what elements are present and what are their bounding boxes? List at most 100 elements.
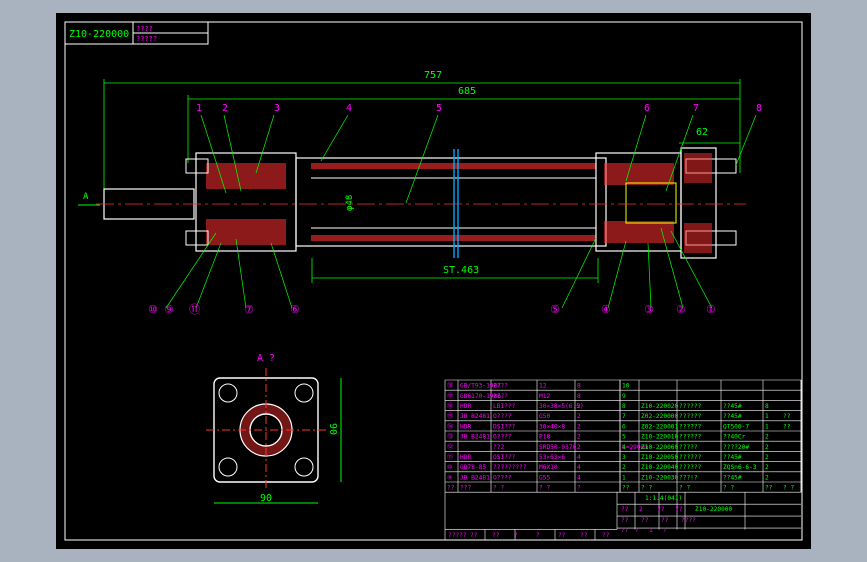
footer-r1: 2 [639, 506, 643, 513]
bom-right-cell: ?? [622, 485, 630, 492]
bom-left-cell: M6X10 [539, 464, 558, 471]
bom-left-cell: ??? [460, 485, 471, 492]
bom-right-cell: ?????? [679, 413, 702, 420]
bom-right-cell: ?????? [679, 423, 702, 430]
footer-bottom: ? [514, 532, 518, 539]
bom-left-cell: ⑨ [447, 474, 453, 481]
cad-drawing: Z10-220000 ???? ????? 757 685 62 ST.463 … [64, 21, 803, 541]
bom-left-cell: 4 [577, 464, 581, 471]
bom-right-cell: 4 [622, 444, 626, 451]
bom-left-cell: ? [577, 485, 581, 492]
dim-overall: 757 [424, 70, 442, 81]
bom-left-cell: 4 [577, 474, 581, 481]
cylinder-assembly [96, 147, 746, 259]
footer-r2: ???? [681, 517, 696, 524]
footer-bottom: ?? [470, 532, 478, 539]
bom-left-cell: OSI??? [493, 454, 516, 461]
svg-text:⑨: ⑨ [164, 303, 174, 316]
svg-text:8: 8 [756, 103, 762, 114]
top-title-block: Z10-220000 ???? ????? [64, 21, 209, 45]
bom-right-cell: ? ? [679, 485, 690, 492]
bom-left-cell: 2 [577, 413, 581, 420]
bom-right-cell: Z10-220020 [641, 403, 679, 410]
footer-r3: ?? [621, 527, 629, 534]
bom-right-cell: 10 [622, 383, 630, 390]
bom-right-cell: ?? [783, 413, 791, 420]
bom-left-cell: ????????? [493, 464, 527, 471]
bom-left-cell: ⑱ [447, 382, 453, 390]
bom-right-cell: ?????? [679, 403, 702, 410]
bom-left-cell: ? ? [539, 485, 550, 492]
svg-text:⑩: ⑩ [148, 303, 158, 316]
bom-right-cell: Z10-220060 [641, 444, 679, 451]
bom-right-cell: ????? [679, 444, 698, 451]
bom-right-cell: 2 [765, 444, 769, 451]
bom-left-cell: ⑪ [447, 453, 453, 461]
bom-right-cell: 5 [622, 434, 626, 441]
bom-right-cell: 2 [765, 454, 769, 461]
bom-right-cell: Z02-220000 [641, 413, 679, 420]
footer-bottom: ?? [580, 532, 588, 539]
svg-text:⑪: ⑪ [189, 303, 200, 316]
dim-body: 685 [458, 86, 476, 97]
bom-right-cell: Z10-220050 [641, 454, 679, 461]
dim-end: 62 [696, 127, 708, 138]
footer-bottom: ? [536, 532, 540, 539]
bom-left-cell: JB B2481 [460, 474, 490, 481]
bom-left-cell: HDR [460, 454, 471, 461]
svg-text:⑦: ⑦ [244, 303, 254, 316]
bom-right-cell: 1 [622, 474, 626, 481]
bom-left-cell: ⑭ [447, 422, 453, 430]
svg-text:⑥: ⑥ [290, 303, 300, 316]
bom-left-cell: ? ? [493, 485, 504, 492]
bom-right-cell: ??45# [723, 413, 742, 420]
bom-left-cell: 8 [577, 383, 581, 390]
footer-bottom: ?? [558, 532, 566, 539]
bom-left-cell: JB B2481 [460, 413, 490, 420]
bom-right-cell: ???!? [679, 474, 698, 481]
bom-right-cell: 9 [622, 393, 626, 400]
bom-right-cell: ? ? [641, 485, 652, 492]
bom-left-cell: G55 [539, 474, 550, 481]
title-sub-1: ???? [136, 25, 153, 33]
bom-left-cell: DSI??? [493, 423, 516, 430]
end-view: A ? 90 90 [206, 353, 342, 504]
bom-left-cell: GB78-85 [460, 464, 486, 471]
bom-right-cell: ????20# [723, 444, 749, 451]
sheet-border [64, 21, 803, 541]
dim-stroke: ST.463 [443, 265, 479, 276]
bom-right-cell: QT500-7 [723, 423, 749, 430]
svg-text:5: 5 [436, 103, 442, 114]
callouts-bottom: ⑩ ⑨ ⑪ ⑦ ⑥ ⑤ ④ ③ ② ① [148, 303, 716, 316]
svg-text:3: 3 [274, 103, 280, 114]
bom-right-cell: ZQSn6-6-3 [723, 464, 757, 471]
drawing-number: Z10-220000 [69, 29, 129, 40]
bom-left-cell: ⑫ [447, 443, 453, 451]
svg-text:①: ① [706, 303, 716, 316]
bom-right-cell: ?? [765, 485, 773, 492]
bom-left-cell: LBI??? [493, 403, 516, 410]
bom-left-cell: O???? [493, 474, 512, 481]
bom-right-cell: 8 [765, 403, 769, 410]
svg-text:2: 2 [222, 103, 228, 114]
bom-right-cell: ??40Cr [723, 434, 746, 441]
bom-left-cell: ?? [447, 485, 455, 492]
bom-left-cell: 2 [577, 403, 581, 410]
bom-right-cell: ? ? [723, 485, 734, 492]
bom-left-cell: M12 [539, 393, 550, 400]
bom-left-cell: ???? [493, 393, 508, 400]
svg-text:⑤: ⑤ [550, 303, 560, 316]
bom-left-cell: ⑮ [447, 412, 453, 420]
bom-left-cell: HDR [460, 403, 471, 410]
bom-right-cell: ? ? [783, 485, 794, 492]
bom-left-cell: JB B2481 [460, 434, 490, 441]
bom-right-cell: 2 [765, 434, 769, 441]
footer-r1: ?? [657, 506, 665, 513]
bom-right-cell: Z10-220010 [641, 434, 679, 441]
bom-right-cell: Z02-220001 [641, 423, 679, 430]
bom-left-cell: ⑰ [447, 392, 453, 400]
svg-text:1: 1 [196, 103, 202, 114]
bom-table: ⑱ GB/T93-1987???? 12 8⑰ GB6170-1986???? M12 8⑯… [444, 379, 802, 540]
bom-right-cell: 2 [622, 464, 626, 471]
svg-text:A ?: A ? [257, 353, 275, 364]
